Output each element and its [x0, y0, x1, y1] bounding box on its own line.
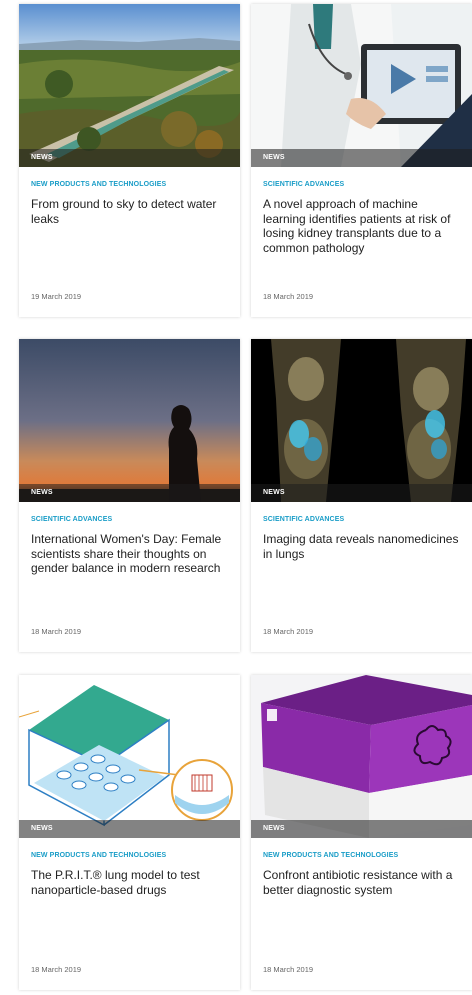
card-date: 18 March 2019 — [263, 965, 314, 974]
news-card[interactable]: NEWS NEW PRODUCTS AND TECHNOLOGIES The P… — [19, 675, 240, 990]
card-category[interactable]: NEW PRODUCTS AND TECHNOLOGIES — [263, 852, 398, 859]
news-badge: NEWS — [251, 820, 472, 838]
card-title[interactable]: International Women's Day: Female scient… — [31, 532, 230, 576]
card-date: 19 March 2019 — [31, 292, 82, 301]
card-image-product-box[interactable] — [251, 675, 472, 838]
card-category[interactable]: NEW PRODUCTS AND TECHNOLOGIES — [31, 181, 166, 188]
card-image-woman-sunset[interactable] — [19, 339, 240, 502]
card-date: 18 March 2019 — [31, 627, 82, 636]
card-title[interactable]: Confront antibiotic resistance with a be… — [263, 868, 462, 897]
card-category[interactable]: NEW PRODUCTS AND TECHNOLOGIES — [31, 852, 166, 859]
news-card[interactable]: NEWS SCIENTIFIC ADVANCES Imaging data re… — [251, 339, 472, 652]
card-title[interactable]: A novel approach of machine learning ide… — [263, 197, 462, 255]
card-image-lung-imaging[interactable] — [251, 339, 472, 502]
card-title[interactable]: Imaging data reveals nanomedicines in lu… — [263, 532, 462, 561]
news-card[interactable]: NEWS SCIENTIFIC ADVANCES A novel approac… — [251, 4, 472, 317]
card-image-doctor-tablet[interactable] — [251, 4, 472, 167]
card-image-aerial-canal[interactable] — [19, 4, 240, 167]
card-category[interactable]: SCIENTIFIC ADVANCES — [263, 516, 344, 523]
news-badge: NEWS — [251, 484, 472, 502]
news-badge: NEWS — [251, 149, 472, 167]
card-date: 18 March 2019 — [263, 627, 314, 636]
news-badge: NEWS — [19, 820, 240, 838]
card-title[interactable]: The P.R.I.T.® lung model to test nanopar… — [31, 868, 230, 897]
news-card[interactable]: NEWS SCIENTIFIC ADVANCES International W… — [19, 339, 240, 652]
card-image-lung-model-diagram[interactable] — [19, 675, 240, 838]
news-badge: NEWS — [19, 484, 240, 502]
card-category[interactable]: SCIENTIFIC ADVANCES — [31, 516, 112, 523]
card-category[interactable]: SCIENTIFIC ADVANCES — [263, 181, 344, 188]
card-date: 18 March 2019 — [263, 292, 314, 301]
card-date: 18 March 2019 — [31, 965, 82, 974]
news-card[interactable]: NEWS NEW PRODUCTS AND TECHNOLOGIES Confr… — [251, 675, 472, 990]
news-card[interactable]: NEWS NEW PRODUCTS AND TECHNOLOGIES From … — [19, 4, 240, 317]
news-badge: NEWS — [19, 149, 240, 167]
card-title[interactable]: From ground to sky to detect water leaks — [31, 197, 230, 226]
